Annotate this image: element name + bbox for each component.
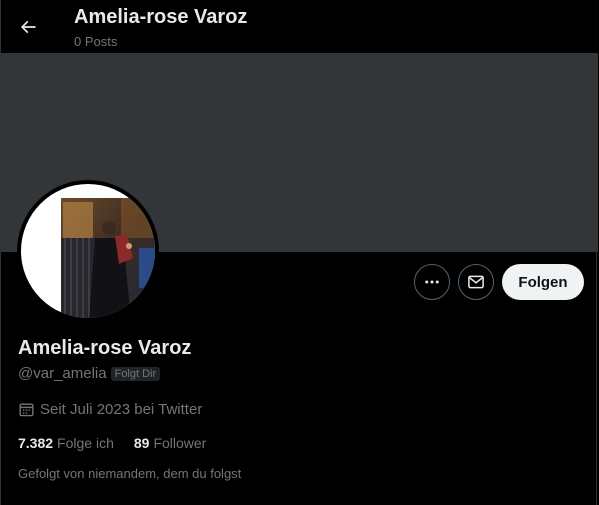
calendar-icon (19, 403, 34, 417)
following-count: 7.382 (18, 435, 54, 451)
message-button[interactable] (458, 264, 494, 300)
followers-count: 89 (133, 435, 150, 451)
profile-header: Amelia-rose Varoz 0 Posts (1, 0, 598, 53)
display-name: Amelia-rose Varoz (18, 337, 192, 359)
more-button[interactable] (414, 264, 450, 300)
post-count: 0 Posts (74, 34, 118, 49)
arrow-left-icon (20, 20, 36, 34)
following-label: Folge ich (57, 435, 114, 451)
joined-date: Seit Juli 2023 bei Twitter (18, 401, 202, 418)
joined-text: Seit Juli 2023 bei Twitter (40, 401, 203, 418)
envelope-icon (468, 275, 484, 289)
profile-column: Amelia-rose Varoz 0 Posts Folgen Amelia-… (0, 0, 598, 505)
follows-you-badge: Folgt Dir (110, 366, 161, 381)
avatar-image (21, 184, 155, 318)
following-link[interactable]: 7.382 Folge ich (18, 435, 114, 451)
avatar[interactable] (17, 180, 159, 322)
user-handle: @var_amelia (18, 365, 107, 382)
follow-button[interactable]: Folgen (502, 264, 584, 300)
avatar-photo (61, 198, 155, 318)
follow-stats: 7.382 Folge ich 89 Follower (18, 435, 206, 451)
followers-link[interactable]: 89 Follower (134, 435, 206, 451)
header-title: Amelia-rose Varoz (74, 6, 248, 28)
followed-by-text: Gefolgt von niemandem, dem du folgst (18, 466, 242, 481)
more-icon (425, 280, 439, 284)
back-button[interactable] (10, 9, 46, 45)
handle-row: @var_amelia Folgt Dir (18, 365, 161, 382)
followers-label: Follower (153, 435, 207, 451)
